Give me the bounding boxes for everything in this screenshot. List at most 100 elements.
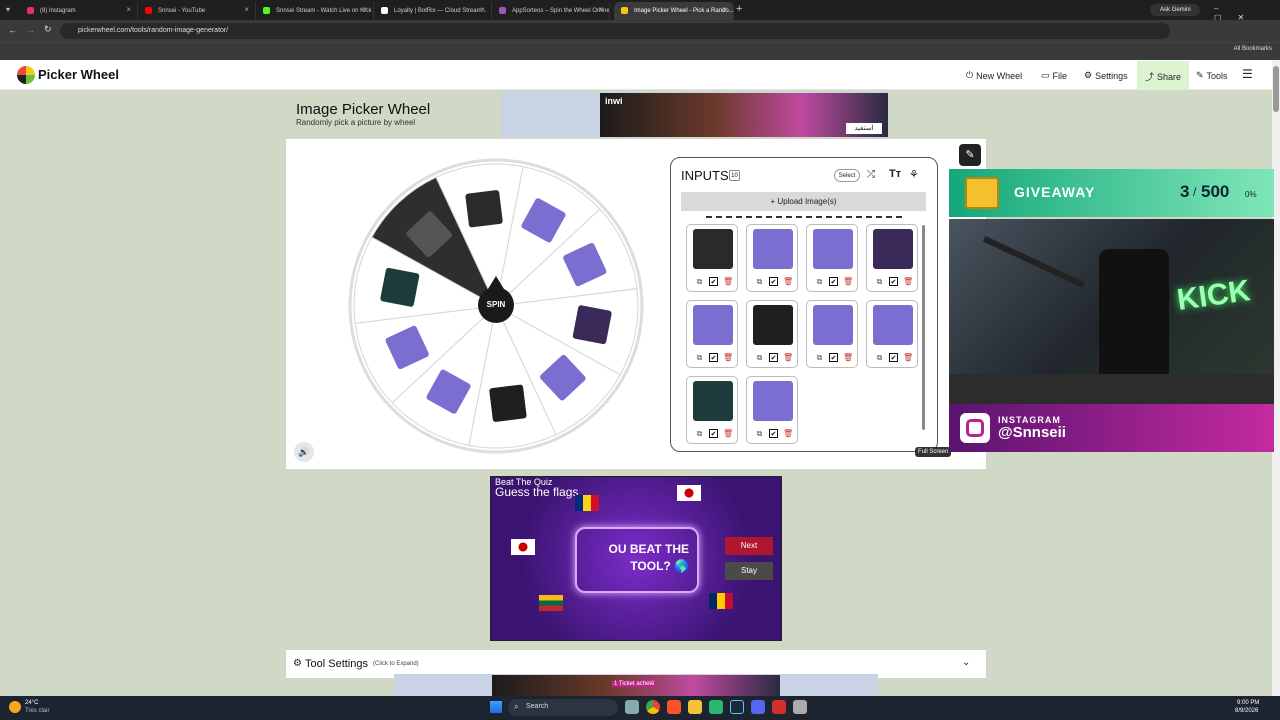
duplicate-icon[interactable]: ⧉ xyxy=(875,353,884,362)
file-explorer-icon[interactable] xyxy=(688,700,702,714)
top-ad-banner[interactable]: inwi استفيد xyxy=(501,92,888,137)
duplicate-icon[interactable]: ⧉ xyxy=(695,277,704,286)
checkbox[interactable]: ✔ xyxy=(709,429,718,438)
ad-cta-button[interactable]: استفيد xyxy=(846,123,882,134)
duplicate-icon[interactable]: ⧉ xyxy=(815,277,824,286)
text-size-icon[interactable]: Tт xyxy=(889,168,901,180)
live-app-icon[interactable] xyxy=(772,700,786,714)
image-card[interactable]: ⧉ ✔ 🗑 xyxy=(806,300,858,368)
image-card[interactable]: ⧉ ✔ 🗑 xyxy=(746,376,798,444)
all-bookmarks-link[interactable]: All Bookmarks xyxy=(1234,46,1272,52)
spin-label[interactable]: SPIN xyxy=(484,300,508,309)
app-icon[interactable] xyxy=(709,700,723,714)
delete-icon[interactable]: 🗑 xyxy=(783,429,793,438)
duplicate-icon[interactable]: ⧉ xyxy=(815,353,824,362)
image-card[interactable]: ⧉ ✔ 🗑 xyxy=(866,300,918,368)
app-icon[interactable] xyxy=(793,700,807,714)
scrollbar-thumb[interactable] xyxy=(1273,66,1279,112)
shuffle-icon[interactable]: ⤮ xyxy=(867,169,875,180)
bottom-ad-banner[interactable]: 1 Ticket acheté xyxy=(394,674,878,696)
delete-icon[interactable]: 🗑 xyxy=(723,353,733,362)
site-logo[interactable]: Picker Wheel xyxy=(38,67,119,82)
steam-icon[interactable] xyxy=(730,700,744,714)
close-tab-icon[interactable]: × xyxy=(722,5,727,14)
checkbox[interactable]: ✔ xyxy=(889,277,898,286)
checkbox[interactable]: ✔ xyxy=(769,429,778,438)
duplicate-icon[interactable]: ⧉ xyxy=(875,277,884,286)
inputs-scrollbar[interactable] xyxy=(922,225,925,430)
checkbox[interactable]: ✔ xyxy=(769,353,778,362)
delete-icon[interactable]: 🗑 xyxy=(843,277,853,286)
chevron-down-icon[interactable]: ⌄ xyxy=(962,657,970,668)
quiz-next-button[interactable]: Next xyxy=(725,537,773,555)
clock-date[interactable]: 8/9/2026 xyxy=(1235,708,1258,714)
nav-settings[interactable]: ⚙ Settings xyxy=(1084,70,1128,81)
image-card[interactable]: ⧉ ✔ 🗑 xyxy=(866,224,918,292)
upload-images-button[interactable]: + Upload Image(s) xyxy=(681,192,926,211)
nav-tools[interactable]: ✎ Tools xyxy=(1196,70,1228,81)
weather-icon[interactable] xyxy=(9,701,21,713)
close-tab-icon[interactable]: × xyxy=(126,5,131,14)
close-tab-icon[interactable]: × xyxy=(480,5,485,14)
task-view-icon[interactable] xyxy=(625,700,639,714)
browser-tab[interactable]: Snnsei Stream - Watch Live on Kick × xyxy=(256,2,374,20)
image-card[interactable]: ⧉ ✔ 🗑 xyxy=(686,224,738,292)
delete-icon[interactable]: 🗑 xyxy=(783,353,793,362)
image-options-icon[interactable]: ⚘ xyxy=(909,168,919,181)
checkbox[interactable]: ✔ xyxy=(829,277,838,286)
clock-time[interactable]: 9:00 PM xyxy=(1237,700,1259,706)
image-card[interactable]: ⧉ ✔ 🗑 xyxy=(806,224,858,292)
checkbox[interactable]: ✔ xyxy=(769,277,778,286)
taskbar-search-input[interactable]: ⌕ Search xyxy=(508,699,618,716)
new-tab-button[interactable]: + xyxy=(736,3,742,15)
delete-icon[interactable]: 🗑 xyxy=(783,277,793,286)
checkbox[interactable]: ✔ xyxy=(709,353,718,362)
duplicate-icon[interactable]: ⧉ xyxy=(755,277,764,286)
chrome-icon[interactable] xyxy=(646,700,660,714)
duplicate-icon[interactable]: ⧉ xyxy=(695,429,704,438)
windows-start-icon[interactable] xyxy=(490,701,502,713)
delete-icon[interactable]: 🗑 xyxy=(723,429,733,438)
image-card[interactable]: ⧉ ✔ 🗑 xyxy=(686,376,738,444)
browser-tab[interactable]: Image Picker Wheel - Pick a Rando... × xyxy=(614,2,734,20)
forward-icon[interactable]: → xyxy=(26,25,35,35)
image-card[interactable]: ⧉ ✔ 🗑 xyxy=(746,300,798,368)
nav-new-wheel[interactable]: ⏻ New Wheel xyxy=(966,70,1022,81)
nav-label: Settings xyxy=(1095,70,1128,81)
select-button[interactable]: Select xyxy=(834,169,860,182)
edit-mode-icon[interactable]: ✎ xyxy=(959,144,981,166)
brave-icon[interactable] xyxy=(667,700,681,714)
discord-icon[interactable] xyxy=(751,700,765,714)
image-card[interactable]: ⧉ ✔ 🗑 xyxy=(686,300,738,368)
nav-file[interactable]: ▭ File xyxy=(1041,70,1067,81)
duplicate-icon[interactable]: ⧉ xyxy=(755,429,764,438)
duplicate-icon[interactable]: ⧉ xyxy=(695,353,704,362)
browser-tab[interactable]: (8) Instagram × xyxy=(20,2,138,20)
checkbox[interactable]: ✔ xyxy=(829,353,838,362)
browser-tab[interactable]: Loyalty | BotRix — Cloud Stream... × xyxy=(374,2,492,20)
ask-gemini-button[interactable]: Ask Gemini xyxy=(1150,4,1200,16)
close-tab-icon[interactable]: × xyxy=(244,5,249,14)
delete-icon[interactable]: 🗑 xyxy=(903,277,913,286)
quiz-ad[interactable]: Beat The Quiz Guess the flags OU BEAT TH… xyxy=(490,476,782,641)
tab-list-icon[interactable]: ▾ xyxy=(6,5,16,15)
checkbox[interactable]: ✔ xyxy=(709,277,718,286)
duplicate-icon[interactable]: ⧉ xyxy=(755,353,764,362)
browser-tab[interactable]: AppSorteos – Spin the Wheel Online × xyxy=(492,2,610,20)
image-card[interactable]: ⧉ ✔ 🗑 xyxy=(746,224,798,292)
quiz-stay-button[interactable]: Stay xyxy=(725,562,773,580)
sound-toggle-icon[interactable]: 🔊 xyxy=(294,442,314,462)
close-tab-icon[interactable]: × xyxy=(362,5,367,14)
close-tab-icon[interactable]: × xyxy=(598,5,603,14)
browser-tab[interactable]: Snnsei - YouTube × xyxy=(138,2,256,20)
hamburger-menu-icon[interactable]: ☰ xyxy=(1242,67,1253,81)
delete-icon[interactable]: 🗑 xyxy=(903,353,913,362)
reload-icon[interactable]: ↻ xyxy=(44,24,52,35)
url-field[interactable]: pickerwheel.com/tools/random-image-gener… xyxy=(60,23,1170,39)
checkbox[interactable]: ✔ xyxy=(889,353,898,362)
nav-share[interactable]: ⤴ Share xyxy=(1145,70,1181,83)
delete-icon[interactable]: 🗑 xyxy=(723,277,733,286)
delete-icon[interactable]: 🗑 xyxy=(843,353,853,362)
logo-icon[interactable] xyxy=(17,66,35,84)
back-icon[interactable]: ← xyxy=(8,25,17,35)
